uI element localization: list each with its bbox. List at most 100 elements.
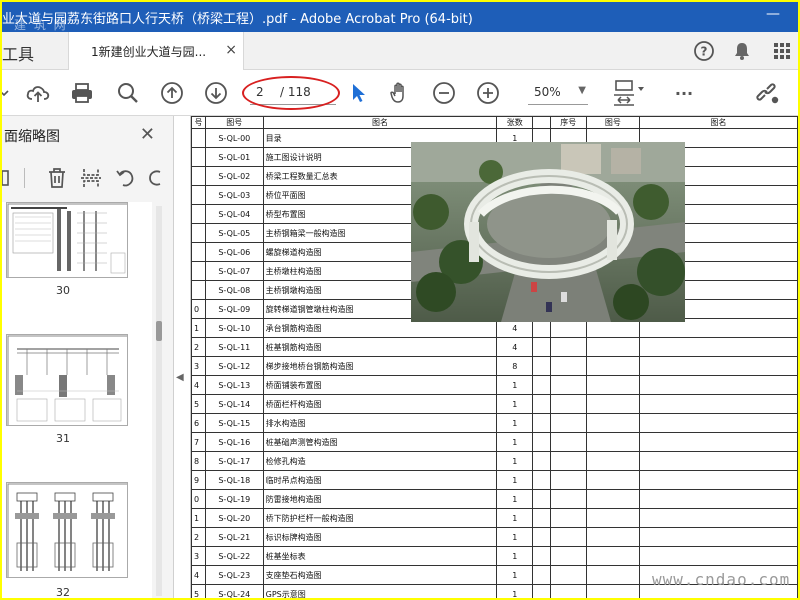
close-tab-icon[interactable]: × <box>225 42 237 58</box>
table-cell-count: 1 <box>496 375 534 395</box>
column-header: 图号 <box>585 116 641 129</box>
table-cell-empty <box>549 413 587 433</box>
help-icon[interactable]: ? <box>692 39 716 63</box>
table-cell-empty <box>639 432 798 452</box>
table-row: 2 S-QL-11 桩基钢筋构造图 4 <box>191 337 798 357</box>
window-title: 业大道与园荔东街路口人行天桥（桥梁工程）.pdf - Adobe Acrobat… <box>2 12 473 27</box>
table-cell-count: 1 <box>496 451 534 471</box>
thumbnail-page-number: 31 <box>56 432 70 445</box>
options-icon[interactable] <box>2 168 12 188</box>
table-cell-empty <box>585 565 641 585</box>
table-cell-empty <box>639 337 798 357</box>
svg-text:?: ? <box>701 45 708 59</box>
table-cell-count: 1 <box>496 413 534 433</box>
table-cell-count: 8 <box>496 356 534 376</box>
table-cell-empty <box>639 527 798 547</box>
table-cell-count: 1 <box>496 508 534 528</box>
table-cell-empty <box>639 508 798 528</box>
page-thumbnail[interactable] <box>6 482 128 578</box>
table-cell-empty <box>549 375 587 395</box>
zoom-level-dropdown[interactable]: 50% ▼ <box>528 81 588 105</box>
table-cell-empty <box>639 413 798 433</box>
toolbar-divider <box>24 168 25 188</box>
apps-grid-icon[interactable] <box>770 39 794 63</box>
table-cell-no <box>191 147 206 167</box>
bridge-rendering-image <box>411 142 685 322</box>
cloud-upload-icon[interactable] <box>24 79 52 107</box>
table-cell-name: GPS示意图 <box>262 584 498 598</box>
table-cell-name: 桥面栏杆构造图 <box>262 394 498 414</box>
table-cell-empty <box>585 527 641 547</box>
table-cell-name: 支座垫石构造图 <box>262 565 498 585</box>
page-thumbnail[interactable] <box>6 334 128 426</box>
table-cell-empty <box>532 432 551 452</box>
table-cell-count: 1 <box>496 546 534 566</box>
table-cell-empty <box>585 375 641 395</box>
table-cell-empty <box>549 546 587 566</box>
share-link-icon[interactable] <box>754 79 782 107</box>
table-cell-empty <box>532 470 551 490</box>
hand-tool-icon[interactable] <box>386 79 414 107</box>
collapse-panel-icon[interactable]: ◀ <box>176 372 184 383</box>
table-cell-no: 3 <box>191 356 206 376</box>
page-fit-icon[interactable] <box>610 79 650 107</box>
close-panel-icon[interactable]: ✕ <box>140 124 155 145</box>
table-cell-code: S-QL-00 <box>204 128 264 148</box>
print-icon[interactable] <box>68 79 96 107</box>
thumbnail-toolbar <box>2 162 162 194</box>
zoom-in-icon[interactable] <box>474 79 502 107</box>
next-page-icon[interactable] <box>202 79 230 107</box>
table-cell-no: 0 <box>191 489 206 509</box>
thumbnail-scrollbar[interactable] <box>156 206 162 596</box>
zoom-out-icon[interactable] <box>430 79 458 107</box>
rotate-right-icon[interactable] <box>144 166 162 190</box>
document-tab[interactable]: 1新建创业大道与园... × <box>68 32 244 70</box>
table-cell-name: 桥面铺装布置图 <box>262 375 498 395</box>
table-cell-no <box>191 204 206 224</box>
table-cell-no: 8 <box>191 451 206 471</box>
table-cell-count: 4 <box>496 337 534 357</box>
thumbnail-scrollbar-thumb[interactable] <box>156 321 162 341</box>
chevron-down-icon[interactable] <box>2 79 18 107</box>
table-cell-no <box>191 280 206 300</box>
table-cell-empty <box>532 508 551 528</box>
tools-tab[interactable]: 工具 <box>2 41 34 65</box>
rotate-left-icon[interactable] <box>114 166 136 190</box>
acrobat-window: 业大道与园荔东街路口人行天桥（桥梁工程）.pdf - Adobe Acrobat… <box>2 2 798 598</box>
table-cell-code: S-QL-12 <box>204 356 264 376</box>
table-cell-code: S-QL-17 <box>204 451 264 471</box>
table-row: 4 S-QL-13 桥面铺装布置图 1 <box>191 375 798 395</box>
table-cell-no: 7 <box>191 432 206 452</box>
table-cell-no <box>191 128 206 148</box>
table-cell-no <box>191 166 206 186</box>
table-cell-empty <box>549 337 587 357</box>
table-cell-empty <box>549 527 587 547</box>
table-cell-code: S-QL-05 <box>204 223 264 243</box>
page-thumbnail[interactable] <box>6 202 128 278</box>
bell-icon[interactable] <box>730 39 754 63</box>
table-cell-code: S-QL-20 <box>204 508 264 528</box>
trash-icon[interactable] <box>46 166 68 190</box>
select-cursor-icon[interactable] <box>344 79 372 107</box>
column-header: 序号 <box>549 116 587 129</box>
table-cell-empty <box>585 508 641 528</box>
table-cell-empty <box>549 470 587 490</box>
table-cell-empty <box>585 394 641 414</box>
table-cell-empty <box>585 489 641 509</box>
main-toolbar: 2 / 118 50% ▼ ··· <box>2 70 798 116</box>
extract-pages-icon[interactable] <box>80 166 102 190</box>
zoom-search-icon[interactable] <box>114 79 142 107</box>
minimize-icon[interactable]: — <box>766 6 780 22</box>
table-cell-code: S-QL-13 <box>204 375 264 395</box>
table-cell-name: 检修孔构造 <box>262 451 498 471</box>
table-cell-code: S-QL-07 <box>204 261 264 281</box>
table-cell-empty <box>532 546 551 566</box>
document-view[interactable]: 号 图号 图名 张数 序号 图号 图名 S-QL-00 目录 1 S-QL-01 施工图… <box>190 116 798 598</box>
table-cell-no: 9 <box>191 470 206 490</box>
table-cell-empty <box>585 451 641 471</box>
more-tools-icon[interactable]: ··· <box>670 79 698 107</box>
previous-page-icon[interactable] <box>158 79 186 107</box>
table-row: 0 S-QL-19 防雷接地构造图 1 <box>191 489 798 509</box>
table-cell-empty <box>639 451 798 471</box>
table-cell-code: S-QL-02 <box>204 166 264 186</box>
